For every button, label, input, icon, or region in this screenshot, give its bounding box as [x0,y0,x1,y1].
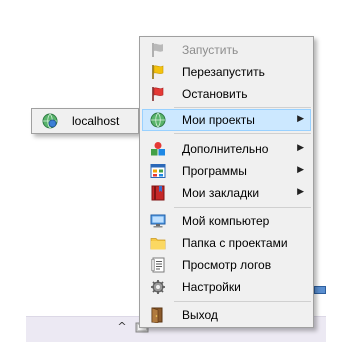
tray-context-menu: Запустить Перезапустить Остановить Мои п… [139,36,314,328]
submenu-arrow-icon: ▶ [297,143,304,153]
menu-item-settings[interactable]: Настройки [142,276,311,298]
flag-gray-icon [152,43,163,57]
menu-item-view-logs[interactable]: Просмотр логов [142,254,311,276]
window-grid-icon [150,164,166,178]
menu-item-label: Остановить [182,87,248,101]
menu-item-restart[interactable]: Перезапустить [142,61,311,83]
menu-item-exit[interactable]: Выход [142,304,311,326]
menu-item-label: Мой компьютер [182,214,270,228]
menu-item-programs[interactable]: Программы ▶ [142,160,311,182]
log-icon [151,257,165,273]
menu-item-stop[interactable]: Остановить [142,83,311,105]
tray-app-icon-right[interactable] [314,286,326,294]
flag-yellow-icon [152,65,164,79]
menu-item-label: Перезапустить [182,65,265,79]
menu-item-label: Мои проекты [182,113,255,127]
submenu-item-label: localhost [72,114,120,128]
menu-item-start[interactable]: Запустить [142,39,311,61]
tray-overflow-chevron-icon[interactable]: ^ [115,320,129,334]
submenu-arrow-icon: ▶ [297,187,304,197]
gear-icon [151,280,165,294]
menu-item-my-projects[interactable]: Мои проекты ▶ [142,109,311,131]
menu-separator [174,207,311,208]
submenu-arrow-icon: ▶ [297,165,304,175]
projects-submenu: localhost [31,108,139,134]
menu-item-additional[interactable]: Дополнительно ▶ [142,138,311,160]
menu-item-my-computer[interactable]: Мой компьютер [142,210,311,232]
menu-item-label: Настройки [182,280,241,294]
menu-item-projects-folder[interactable]: Папка с проектами [142,232,311,254]
menu-separator [174,301,311,302]
menu-item-bookmarks[interactable]: Мои закладки ▶ [142,182,311,204]
menu-item-label: Мои закладки [182,186,260,200]
submenu-item-localhost[interactable]: localhost [34,111,136,131]
computer-icon [150,214,166,228]
menu-item-label: Выход [182,308,218,322]
menu-separator [174,133,311,134]
menu-item-label: Программы [182,164,247,178]
menu-item-label: Дополнительно [182,142,269,156]
bookmarks-icon [151,185,165,201]
menu-item-label: Просмотр логов [182,258,272,272]
submenu-arrow-icon: ▶ [297,114,304,124]
shapes-icon [151,142,165,156]
menu-item-label: Запустить [182,43,239,57]
globe-icon [42,113,58,129]
exit-door-icon [151,307,163,323]
menu-item-label: Папка с проектами [182,236,288,250]
menu-separator [174,107,311,108]
flag-red-icon [152,87,164,101]
globe-icon [150,112,166,128]
folder-icon [150,238,166,250]
